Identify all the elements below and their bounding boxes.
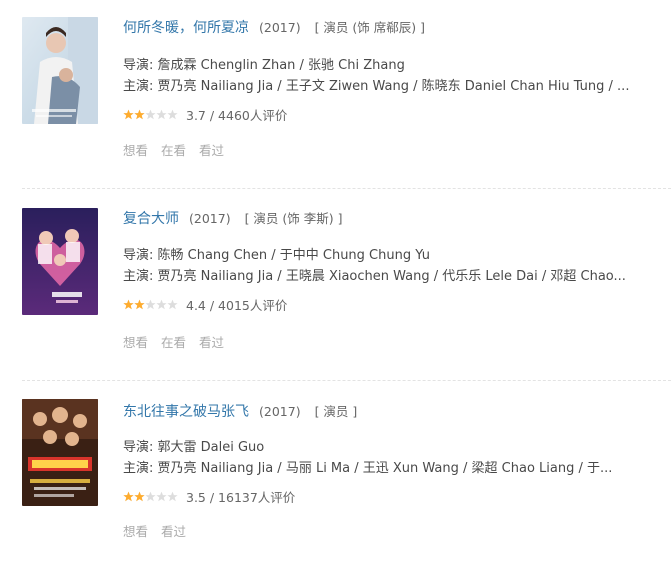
divider: [22, 188, 671, 189]
star-empty-icon: [156, 491, 167, 502]
star-empty-icon: [145, 299, 156, 310]
rating-stars: [123, 109, 178, 120]
want-to-watch-button[interactable]: 想看: [123, 524, 148, 539]
star-filled-icon: [123, 109, 134, 120]
star-empty-icon: [167, 491, 178, 502]
movie-rating: 3.7 / 4460人评价: [123, 105, 287, 124]
movie-item: 复合大师 (2017) [ 演员 (饰 李斯) ] 导演: 陈畅 Chang Che…: [0, 191, 671, 382]
star-filled-icon: [123, 491, 134, 502]
movie-item: 何所冬暖，何所夏凉 (2017) [ 演员 (饰 席郗辰) ] 导演: 詹成霖 Ch…: [0, 0, 671, 191]
movie-year: (2017): [259, 20, 301, 35]
filmography-list: 何所冬暖，何所夏凉 (2017) [ 演员 (饰 席郗辰) ] 导演: 詹成霖 Ch…: [0, 0, 671, 573]
movie-role: [ 演员 (饰 李斯) ]: [244, 211, 343, 226]
movie-cast: 主演: 贾乃亮 Nailiang Jia / 王子文 Ziwen Wang / …: [123, 79, 630, 94]
movie-year: (2017): [189, 211, 231, 226]
star-empty-icon: [145, 109, 156, 120]
movie-poster[interactable]: [22, 17, 98, 124]
movie-title-row: 东北往事之破马张飞 (2017) [ 演员 ]: [123, 401, 357, 421]
rating-text: 3.5 / 16137人评价: [186, 490, 296, 505]
movie-cast: 主演: 贾乃亮 Nailiang Jia / 王晓晨 Xiaochen Wang…: [123, 269, 626, 284]
rating-stars: [123, 491, 178, 502]
star-empty-icon: [156, 299, 167, 310]
movie-title-link[interactable]: 复合大师: [123, 211, 179, 227]
movie-rating: 4.4 / 4015人评价: [123, 295, 287, 314]
movie-rating: 3.5 / 16137人评价: [123, 487, 295, 506]
rating-stars: [123, 299, 178, 310]
movie-poster[interactable]: [22, 399, 98, 506]
movie-role: [ 演员 (饰 席郗辰) ]: [314, 20, 425, 35]
want-to-watch-button[interactable]: 想看: [123, 335, 148, 350]
watching-button[interactable]: 在看: [161, 335, 186, 350]
star-empty-icon: [167, 299, 178, 310]
movie-title-row: 复合大师 (2017) [ 演员 (饰 李斯) ]: [123, 208, 342, 228]
movie-poster[interactable]: [22, 208, 98, 315]
movie-actions: 想看 在看 看过: [123, 140, 237, 159]
movie-year: (2017): [259, 404, 301, 419]
star-empty-icon: [145, 491, 156, 502]
star-filled-icon: [134, 109, 145, 120]
watched-button[interactable]: 看过: [161, 524, 186, 539]
divider: [22, 380, 671, 381]
star-filled-icon: [123, 299, 134, 310]
star-filled-icon: [134, 491, 145, 502]
watched-button[interactable]: 看过: [199, 335, 224, 350]
movie-directors: 导演: 詹成霖 Chenglin Zhan / 张驰 Chi Zhang: [123, 58, 405, 73]
watched-button[interactable]: 看过: [199, 143, 224, 158]
rating-text: 3.7 / 4460人评价: [186, 108, 288, 123]
movie-title-link[interactable]: 何所冬暖，何所夏凉: [123, 20, 249, 36]
movie-role: [ 演员 ]: [314, 404, 358, 419]
star-empty-icon: [156, 109, 167, 120]
movie-directors: 导演: 陈畅 Chang Chen / 于中中 Chung Chung Yu: [123, 248, 430, 263]
movie-actions: 想看 在看 看过: [123, 332, 237, 351]
movie-item: 东北往事之破马张飞 (2017)[ 演员 ] 导演: 郭大雷 Dalei Guo …: [0, 382, 671, 573]
rating-text: 4.4 / 4015人评价: [186, 298, 288, 313]
want-to-watch-button[interactable]: 想看: [123, 143, 148, 158]
movie-title-link[interactable]: 东北往事之破马张飞: [123, 404, 249, 420]
movie-directors: 导演: 郭大雷 Dalei Guo: [123, 440, 265, 455]
movie-actions: 想看 看过: [123, 521, 199, 540]
movie-title-row: 何所冬暖，何所夏凉 (2017) [ 演员 (饰 席郗辰) ]: [123, 17, 425, 37]
movie-cast: 主演: 贾乃亮 Nailiang Jia / 马丽 Li Ma / 王迅 Xun…: [123, 461, 613, 476]
star-filled-icon: [134, 299, 145, 310]
watching-button[interactable]: 在看: [161, 143, 186, 158]
star-empty-icon: [167, 109, 178, 120]
